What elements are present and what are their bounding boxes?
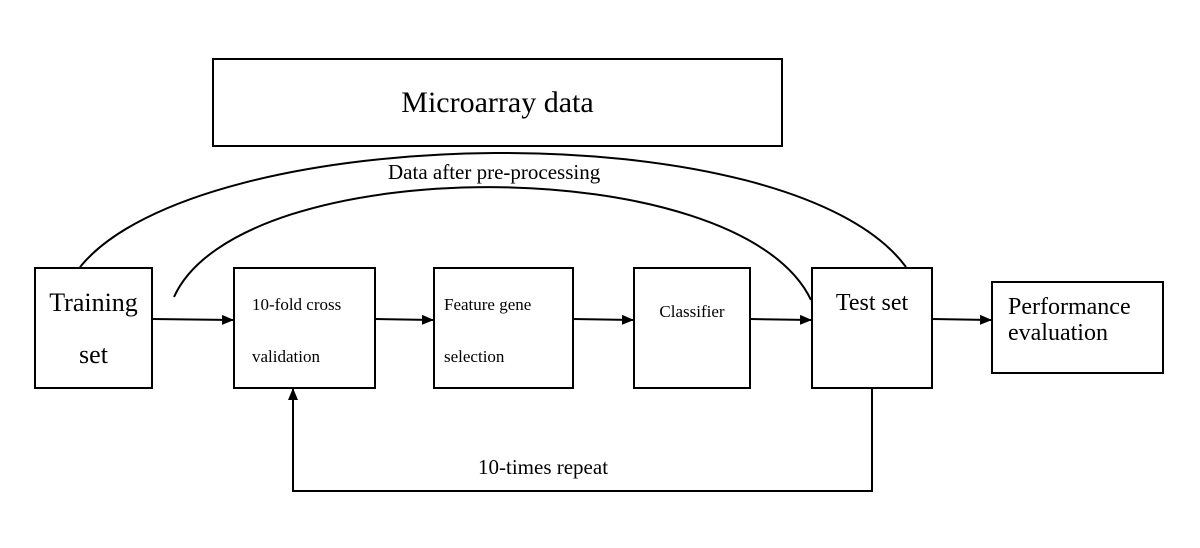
feature-label-1: Feature gene	[444, 295, 532, 314]
preprocessing-label: Data after pre-processing	[388, 160, 601, 184]
flow-diagram: Microarray data Data after pre-processin…	[0, 0, 1200, 548]
training-label-1: Training	[49, 288, 138, 317]
training-set-box	[34, 267, 153, 389]
classifier-label: Classifier	[659, 302, 725, 321]
feature-label-2: selection	[444, 347, 505, 366]
cv-label-2: validation	[252, 347, 320, 366]
performance-label-1: Performance	[1008, 294, 1131, 320]
test-set-box	[811, 267, 933, 389]
classifier-box	[633, 267, 751, 389]
performance-label-2: evaluation	[1008, 320, 1108, 346]
arrow-cv-feature	[374, 314, 434, 325]
arrow-feature-classifier	[572, 314, 634, 325]
test-set-label: Test set	[835, 290, 909, 316]
cross-validation-box	[233, 267, 376, 389]
microarray-label: Microarray data	[401, 86, 594, 119]
repeat-label: 10-times repeat	[478, 455, 609, 479]
feature-selection-box	[433, 267, 574, 389]
arrow-training-cv	[151, 314, 234, 325]
arrow-test-performance	[931, 314, 992, 325]
cv-label-1: 10-fold cross	[252, 295, 342, 314]
arrow-classifier-test	[749, 314, 812, 325]
training-label-2: set	[79, 340, 108, 369]
